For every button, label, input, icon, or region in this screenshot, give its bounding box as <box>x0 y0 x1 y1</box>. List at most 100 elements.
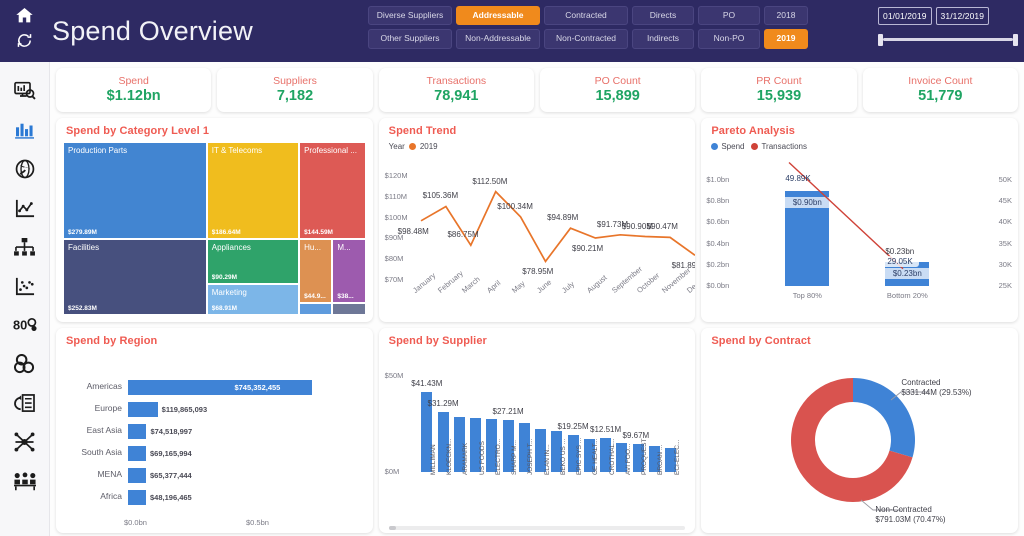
treemap-tile[interactable]: Hu... $44.9... <box>299 238 333 303</box>
eighty-twenty-icon: 80 <box>13 317 37 332</box>
date-to-input[interactable]: 31/12/2019 <box>935 7 990 25</box>
filter-non-contracted[interactable]: Non-Contracted <box>544 29 628 49</box>
supplier-name-label: BEKO US ... <box>559 438 567 475</box>
globe-icon <box>15 159 34 179</box>
filter-diverse-suppliers[interactable]: Diverse Suppliers <box>368 6 452 26</box>
region-value-label: $745,352,455 <box>234 383 281 392</box>
treemap-tile[interactable]: Production Parts $279.89M <box>63 142 207 239</box>
supplier-name-label: US FOODS <box>478 441 486 475</box>
kpi-label: PO Count <box>594 74 641 87</box>
dashboard-root: Spend Overview Diverse Suppliers Addressa… <box>0 0 1024 536</box>
y-axis-tick: $50M <box>384 371 404 380</box>
treemap-tile[interactable]: IT & Telecoms $186.64M <box>206 142 300 239</box>
refresh-icon[interactable] <box>16 32 33 54</box>
region-label: Africa <box>100 491 122 501</box>
treemap-tile[interactable] <box>332 302 366 315</box>
panel-spend-by-supplier: Spend by Supplier $50M $0M $41.43M MILLIMAN… <box>378 328 696 533</box>
sidebar-item-line-chart[interactable] <box>10 195 40 221</box>
sidebar-item-network-star[interactable] <box>10 429 40 455</box>
panel-title-contract: Spend by Contract <box>711 335 811 347</box>
sidebar-item-list-refresh[interactable] <box>10 390 40 416</box>
filter-directs[interactable]: Directs <box>632 6 694 26</box>
region-bar[interactable] <box>128 468 146 483</box>
filter-addressable[interactable]: Addressable <box>456 6 540 26</box>
sidebar-item-eighty-twenty[interactable]: 80 <box>10 312 40 338</box>
contract-donut-chart: Contracted $331.44M (29.53%) Non-Contracte… <box>701 348 1018 533</box>
panel-spend-by-contract: Spend by Contract Contracted $331.44M (29… <box>701 328 1018 533</box>
region-bar[interactable] <box>128 380 313 395</box>
people-table-icon <box>13 472 36 490</box>
sidebar-item-people-table[interactable] <box>10 468 40 494</box>
treemap-tile-label: Appliances <box>211 242 251 252</box>
treemap-tile[interactable] <box>299 302 333 315</box>
supplier-name-label: EPIC SYS ... <box>576 437 584 475</box>
filter-2018[interactable]: 2018 <box>764 6 808 26</box>
supplier-name-label: ELECTRO... <box>494 438 502 475</box>
filter-other-suppliers[interactable]: Other Suppliers <box>368 29 452 49</box>
x-axis-tick: $0.0bn <box>124 518 147 527</box>
kpi-row: Spend $1.12bn Suppliers 7,182 Transactions 78… <box>56 68 1018 112</box>
sidebar-item-monitor-search[interactable] <box>10 78 40 104</box>
supplier-name-label: ECI-ELEC... <box>673 439 681 475</box>
region-value-label: $48,196,465 <box>150 493 192 502</box>
region-bar[interactable] <box>128 446 146 461</box>
treemap-tile[interactable]: Appliances $90.29M <box>206 238 300 284</box>
kpi-card-invoice-count[interactable]: Invoice Count 51,779 <box>862 68 1018 112</box>
trend-data-label: $90.47M <box>646 222 678 232</box>
treemap-tile-value: $279.89M <box>68 228 97 236</box>
pareto-transactions-label: 29.05K <box>881 256 919 267</box>
hierarchy-icon <box>14 237 35 256</box>
date-from-input[interactable]: 01/01/2019 <box>878 7 932 25</box>
treemap-tile[interactable]: Marketing $68.91M <box>206 283 300 315</box>
home-icon[interactable] <box>15 8 33 28</box>
date-range-control: 01/01/2019 31/12/2019 <box>878 7 1018 46</box>
panel-grid: Spend by Category Level 1 Production Par… <box>56 118 1018 533</box>
kpi-value: 78,941 <box>434 87 479 104</box>
panel-spend-by-category: Spend by Category Level 1 Production Par… <box>56 118 373 322</box>
sidebar-item-scatter-chart[interactable] <box>10 273 40 299</box>
region-bar[interactable] <box>128 402 158 417</box>
sidebar-item-venn-circles[interactable] <box>10 351 40 377</box>
filter-non-po[interactable]: Non-PO <box>698 29 760 49</box>
region-chart: Americas $745,352,455 Europe $119,865,093 Ea… <box>56 350 373 533</box>
pareto-category-label: Top 80% <box>792 291 822 300</box>
date-range-slider[interactable] <box>878 34 1018 46</box>
kpi-card-suppliers[interactable]: Suppliers 7,182 <box>217 68 373 112</box>
filter-po[interactable]: PO <box>698 6 760 26</box>
venn-circles-icon <box>14 354 35 374</box>
sidebar-item-globe[interactable] <box>10 156 40 182</box>
donut-callout-value: $331.44M (29.53%) <box>901 388 972 398</box>
supplier-value-label: $12.51M <box>590 425 622 435</box>
kpi-label: Spend <box>118 74 149 87</box>
trend-chart: Year 2019 $120M $110M $100M $90M $80M $70M $98.4… <box>379 140 696 322</box>
region-label: South Asia <box>81 447 122 457</box>
treemap-tile[interactable]: Professional ... $144.59M <box>299 142 366 239</box>
kpi-card-transactions[interactable]: Transactions 78,941 <box>378 68 534 112</box>
region-bar[interactable] <box>128 490 146 505</box>
trend-data-label: $112.50M <box>472 176 508 186</box>
sidebar-item-hierarchy[interactable] <box>10 234 40 260</box>
filter-non-addressable[interactable]: Non-Addressable <box>456 29 540 49</box>
filter-contracted[interactable]: Contracted <box>544 6 628 26</box>
filter-indirects[interactable]: Indirects <box>632 29 694 49</box>
region-bar[interactable] <box>128 424 147 439</box>
supplier-name-label: JOSEPH T... <box>527 438 535 475</box>
filter-2019[interactable]: 2019 <box>764 29 808 49</box>
trend-data-label: $78.95M <box>522 267 554 277</box>
treemap-tile[interactable]: Facilities $252.83M <box>63 238 207 315</box>
donut-callout: Contracted $331.44M (29.53%) <box>901 378 971 399</box>
sidebar-item-bar-chart[interactable] <box>10 117 40 143</box>
kpi-card-spend[interactable]: Spend $1.12bn <box>56 68 212 112</box>
region-label: East Asia <box>86 425 122 435</box>
panel-spend-trend: Spend Trend Year 2019 $120M $110M $100M $90M $… <box>378 118 696 322</box>
donut-callout: Non-Contracted $791.03M (70.47%) <box>875 505 945 526</box>
slider-handle-left[interactable] <box>878 34 883 46</box>
slider-handle-right[interactable] <box>1013 34 1018 46</box>
horizontal-scrollbar[interactable] <box>388 526 686 530</box>
kpi-value: 7,182 <box>276 87 314 104</box>
kpi-card-po-count[interactable]: PO Count 15,899 <box>539 68 696 112</box>
scrollbar-thumb[interactable] <box>388 526 396 530</box>
treemap-tile[interactable]: M... $38... <box>332 238 366 303</box>
kpi-card-pr-count[interactable]: PR Count 15,939 <box>701 68 857 112</box>
page-title: Spend Overview <box>52 15 253 46</box>
